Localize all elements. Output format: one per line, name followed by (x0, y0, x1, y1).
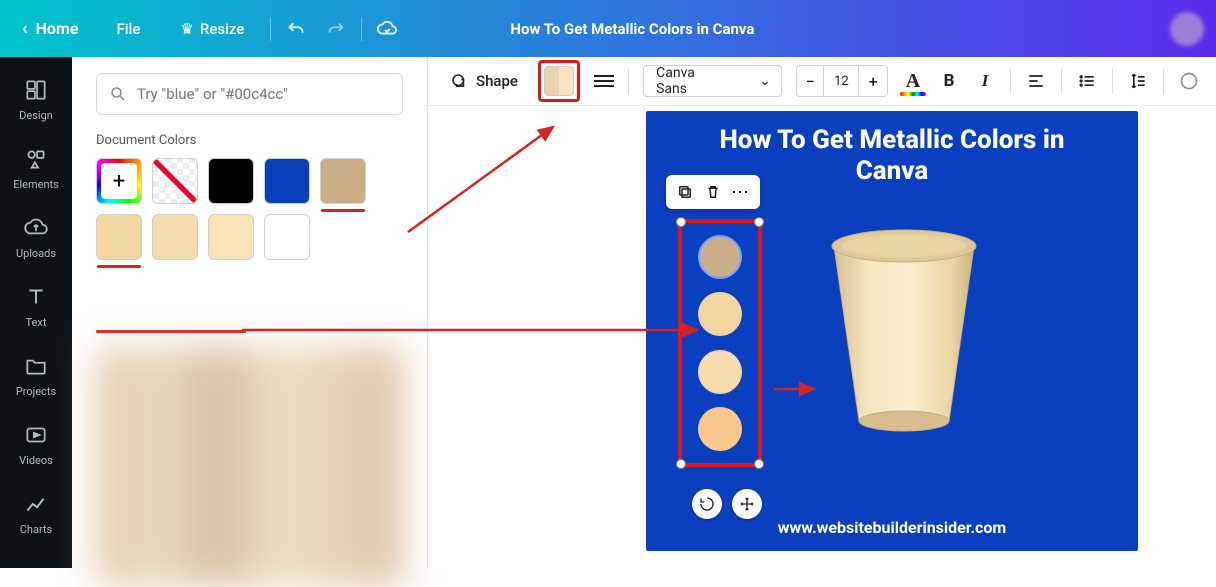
header-right (1170, 12, 1204, 46)
fill-color-button[interactable] (538, 60, 580, 102)
border-style-button[interactable] (594, 75, 614, 87)
resize-handle-ne[interactable] (754, 217, 764, 227)
divider (1163, 68, 1164, 94)
swatch-peach[interactable] (96, 214, 142, 260)
font-select[interactable]: Canva Sans ⌄ (643, 65, 782, 97)
rail-elements[interactable]: Elements (0, 136, 72, 205)
spacing-button[interactable] (1127, 69, 1149, 93)
rail-label: Videos (19, 454, 53, 467)
home-button[interactable]: ‹ Home (12, 11, 88, 47)
user-avatar[interactable] (1170, 12, 1204, 46)
delete-button[interactable] (702, 181, 724, 203)
divider (1010, 68, 1011, 94)
undo-button[interactable] (285, 18, 307, 40)
duplicate-button[interactable] (674, 181, 696, 203)
resize-label: Resize (200, 20, 244, 38)
swatch-grid: + (96, 158, 403, 260)
rail-videos[interactable]: Videos (0, 412, 72, 481)
resize-handle-sw[interactable] (676, 459, 686, 469)
annotation-underline (96, 330, 246, 333)
main-body: Design Elements Uploads Text Projects Vi… (0, 57, 1216, 568)
crown-icon: ♛ (180, 20, 193, 38)
cup-image[interactable] (814, 221, 994, 441)
more-button[interactable] (1178, 69, 1200, 93)
text-color-button[interactable]: A (902, 69, 924, 93)
side-rail: Design Elements Uploads Text Projects Vi… (0, 57, 72, 568)
doc-colors-heading: Document Colors (96, 133, 403, 148)
bold-button[interactable]: B (938, 69, 960, 93)
chevron-down-icon: ⌄ (759, 73, 771, 89)
selected-circle-3[interactable] (698, 350, 742, 394)
divider (628, 68, 629, 94)
canvas-below-controls (692, 489, 762, 519)
more-options-button[interactable]: ⋯ (730, 181, 752, 203)
swatch-lightpeach2[interactable] (208, 214, 254, 260)
font-size-plus[interactable]: + (859, 66, 887, 96)
swatch-transparent[interactable] (152, 158, 198, 204)
resize-handle-se[interactable] (754, 459, 764, 469)
color-panel: Document Colors + (72, 57, 428, 568)
selected-circle-1[interactable] (698, 235, 742, 279)
list-button[interactable] (1076, 69, 1098, 93)
swatch-lightpeach1[interactable] (152, 214, 198, 260)
font-size-minus[interactable]: − (797, 66, 825, 96)
shape-icon (450, 72, 468, 90)
resize-menu[interactable]: ♛ Resize (168, 11, 256, 47)
font-size-value[interactable]: 12 (824, 66, 859, 96)
rail-text[interactable]: Text (0, 274, 72, 343)
divider (270, 17, 271, 41)
align-button[interactable] (1025, 69, 1047, 93)
shape-button[interactable]: Shape (444, 68, 524, 94)
font-name: Canva Sans (656, 65, 719, 97)
canvas-footer-url: www.websitebuilderinsider.com (646, 518, 1138, 537)
design-canvas[interactable]: How To Get Metallic Colors in Canva ⋯ (646, 111, 1138, 551)
file-label: File (116, 20, 140, 38)
blurred-section (96, 347, 403, 587)
rotate-button[interactable] (692, 489, 722, 519)
swatch-blue[interactable] (264, 158, 310, 204)
home-label: Home (36, 19, 79, 38)
annotation-arrow-right (242, 320, 712, 340)
search-input[interactable] (137, 85, 390, 103)
selection-box[interactable] (678, 219, 762, 467)
rail-design[interactable]: Design (0, 67, 72, 136)
rail-projects[interactable]: Projects (0, 343, 72, 412)
shape-label: Shape (476, 72, 518, 90)
rail-label: Design (19, 109, 53, 122)
rail-label: Uploads (16, 247, 56, 260)
rail-uploads[interactable]: Uploads (0, 205, 72, 274)
editor-toolbar: Shape Canva Sans ⌄ − 12 + A B I (428, 57, 1216, 106)
divider (1112, 68, 1113, 94)
cloud-sync-icon[interactable] (376, 18, 398, 40)
rail-label: Text (26, 316, 47, 329)
file-menu[interactable]: File (104, 11, 152, 47)
selection-toolbar: ⋯ (666, 175, 760, 209)
rail-label: Charts (20, 523, 52, 536)
resize-handle-nw[interactable] (676, 217, 686, 227)
divider (361, 17, 362, 41)
redo-button[interactable] (325, 18, 347, 40)
italic-button[interactable]: I (974, 69, 996, 93)
selected-circle-4[interactable] (698, 407, 742, 451)
swatch-white[interactable] (264, 214, 310, 260)
font-size-control: − 12 + (796, 65, 888, 97)
fill-color-chip (544, 66, 574, 96)
color-search[interactable] (96, 73, 403, 115)
move-button[interactable] (732, 489, 762, 519)
swatch-tan[interactable] (320, 158, 366, 204)
rail-label: Projects (16, 385, 56, 398)
rail-label: Elements (13, 178, 59, 191)
rail-charts[interactable]: Charts (0, 481, 72, 550)
search-icon (109, 85, 127, 103)
swatch-add[interactable]: + (96, 158, 142, 204)
chevron-left-icon: ‹ (22, 18, 28, 39)
divider (1061, 68, 1062, 94)
swatch-black[interactable] (208, 158, 254, 204)
annotation-arrow-up (398, 122, 618, 242)
document-title: How To Get Metallic Colors in Canva (510, 20, 754, 38)
app-header: ‹ Home File ♛ Resize How To Get Metallic… (0, 0, 1216, 57)
